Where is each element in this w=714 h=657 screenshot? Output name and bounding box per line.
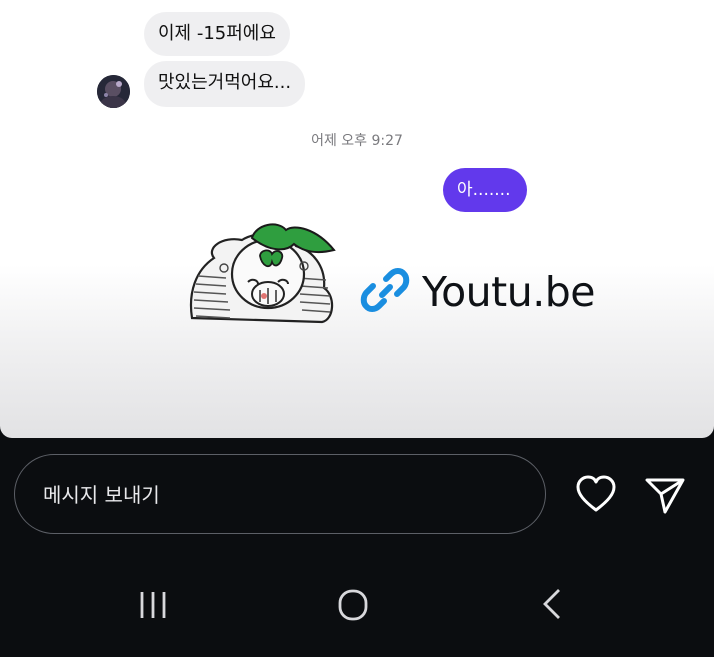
- link-preview[interactable]: Youtu.be: [360, 262, 596, 322]
- link-domain[interactable]: Youtu.be: [422, 268, 596, 316]
- recents-icon[interactable]: [134, 586, 174, 626]
- sticker-image[interactable]: [186, 222, 341, 326]
- link-icon: [360, 265, 410, 319]
- received-message[interactable]: 맛있는거먹어요...: [144, 61, 306, 107]
- back-icon[interactable]: [535, 586, 575, 626]
- received-message[interactable]: 이제 -15퍼에요: [144, 12, 290, 56]
- message-input[interactable]: [41, 455, 525, 534]
- heart-icon[interactable]: [574, 473, 618, 515]
- avatar[interactable]: [97, 75, 130, 108]
- sent-message[interactable]: 아.......: [443, 168, 527, 212]
- chat-thread: 이제 -15퍼에요 맛있는거먹어요... 어제 오후 9:27 아.......: [0, 0, 714, 438]
- message-timestamp: 어제 오후 9:27: [311, 133, 403, 149]
- home-icon[interactable]: [333, 586, 373, 626]
- send-icon[interactable]: [643, 474, 687, 516]
- message-composer[interactable]: [14, 454, 546, 534]
